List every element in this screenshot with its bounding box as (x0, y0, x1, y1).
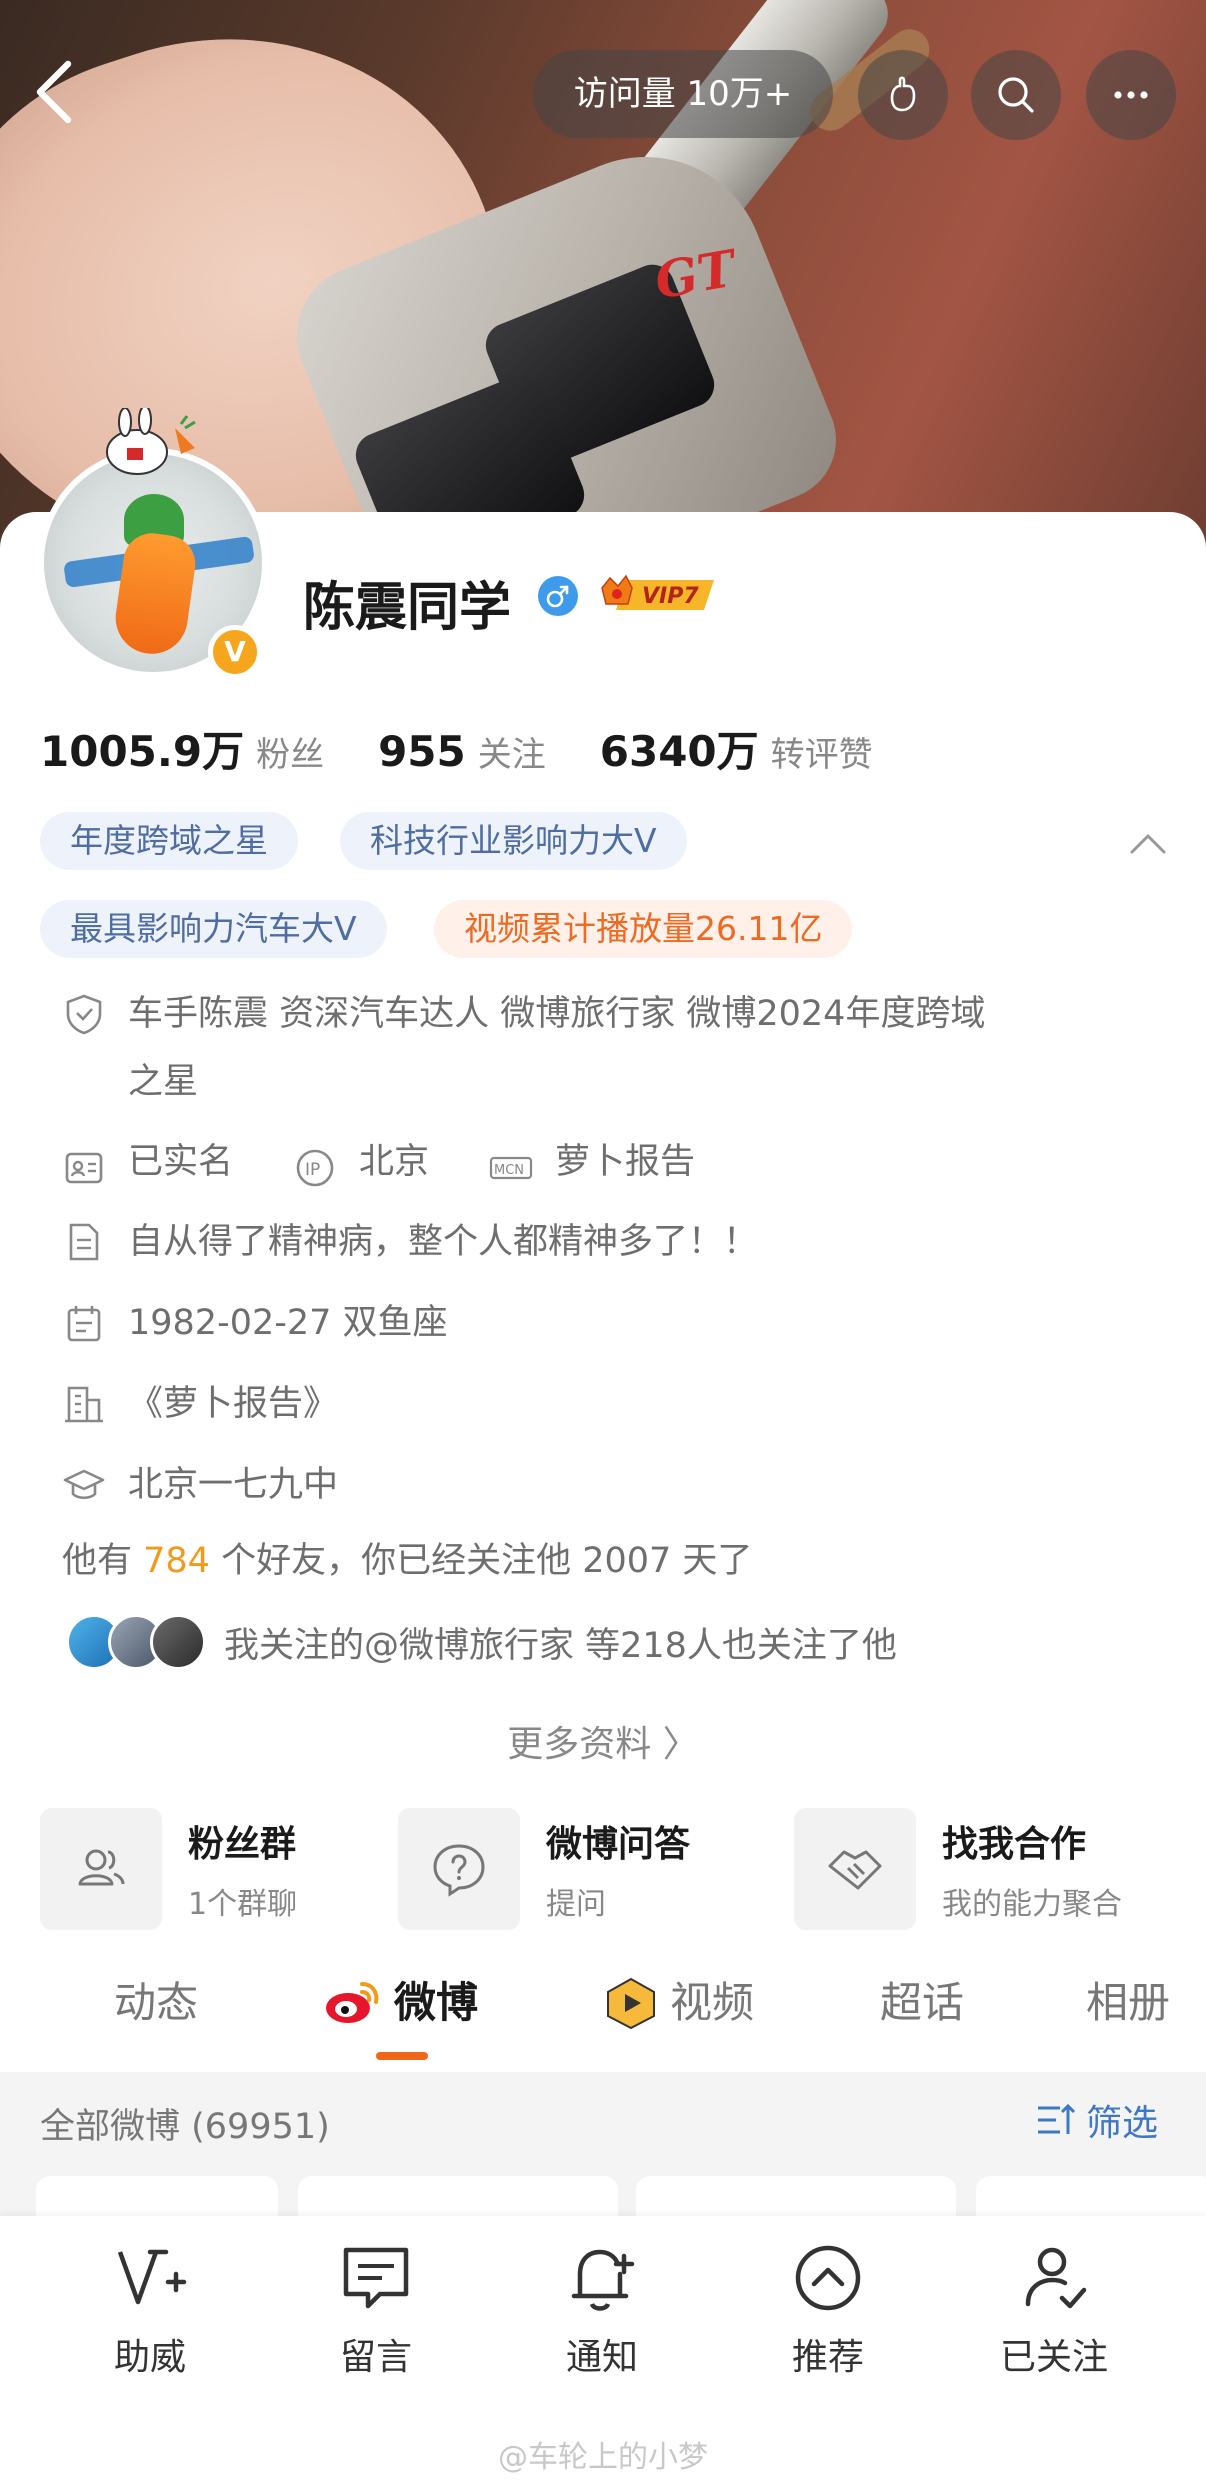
feature-subtitle: 我的能力聚合 (942, 1887, 1122, 1922)
watermark: @车轮上的小梦 (498, 2440, 708, 2475)
filter-label: 筛选 (1086, 2103, 1159, 2144)
filter-button[interactable]: 筛选 (1034, 2094, 1158, 2146)
mutual-text: 我关注的@微博旅行家 等218人也关注了他 (224, 1625, 897, 1666)
shield-check-icon (62, 992, 106, 1036)
back-arrow-icon[interactable] (28, 58, 80, 126)
tag-auto-influencer[interactable]: 最具影响力汽车大V (40, 900, 387, 958)
feature-title: 微博问答 (546, 1824, 691, 1865)
mini-avatar (150, 1614, 206, 1670)
bell-add-icon (571, 2249, 635, 2311)
question-bubble-icon (398, 1808, 520, 1930)
more-info-link[interactable]: 更多资料 〉 (0, 1715, 1206, 1767)
feature-cooperation[interactable]: 找我合作 我的能力聚合 (794, 1808, 1122, 1930)
feature-weibo-qa[interactable]: 微博问答 提问 (398, 1808, 690, 1930)
user-check-icon (1025, 2247, 1087, 2309)
tab-label: 微博 (394, 1978, 479, 2027)
feature-subtitle: 1个群聊 (188, 1887, 298, 1922)
bottom-label: 已关注 (999, 2337, 1108, 2378)
document-icon (62, 1220, 106, 1264)
gift-hand-icon[interactable] (858, 50, 948, 140)
message-icon (343, 2247, 409, 2309)
recommend-button[interactable]: 推荐 (738, 2238, 918, 2380)
tag-tech-influencer[interactable]: 科技行业影响力大V (340, 812, 687, 870)
friends-suffix: 个好友，你已经关注他 2007 天了 (209, 1541, 753, 1581)
school-text: 北京一七九中 (128, 1465, 339, 1505)
verification-text-cont: 之星 (128, 1062, 199, 1102)
tag-annual-star[interactable]: 年度跨域之星 (40, 812, 298, 870)
building-icon (62, 1382, 106, 1426)
birthday-row: 1982-02-27 双鱼座 (62, 1289, 448, 1357)
svg-text:MCN: MCN (494, 1163, 524, 1178)
recommend-up-icon (795, 2245, 861, 2311)
fans-label[interactable]: 粉丝 (256, 727, 324, 776)
more-dots-icon[interactable] (1086, 50, 1176, 140)
interactions-count: 6340万 (599, 727, 759, 776)
tab-super-topic[interactable]: 超话 (880, 1968, 964, 2038)
tag-video-plays[interactable]: 视频累计播放量26.11亿 (434, 900, 853, 958)
notify-button[interactable]: 通知 (512, 2238, 692, 2380)
bottom-label: 助威 (113, 2337, 186, 2378)
tab-weibo[interactable]: 微博 (322, 1968, 478, 2038)
ip-location: 北京 (359, 1142, 430, 1182)
friends-info: 他有 784 个好友，你已经关注他 2007 天了 (62, 1532, 752, 1583)
bottom-label: 通知 (565, 2337, 638, 2378)
bio-text: 自从得了精神病，整个人都精神多了！！ (128, 1222, 759, 1262)
svg-text:IP: IP (305, 1160, 320, 1180)
followed-button[interactable]: 已关注 (964, 2238, 1144, 2380)
tab-video[interactable]: 视频 (604, 1968, 754, 2038)
real-name-status: 已实名 (128, 1142, 234, 1182)
visits-badge[interactable]: 访问量 10万+ (533, 50, 833, 138)
birthday-text: 1982-02-27 双鱼座 (128, 1303, 448, 1343)
search-icon[interactable] (971, 50, 1061, 140)
identity-row: 已实名 IP 北京 MCN 萝卜报告 (62, 1128, 755, 1196)
active-tab-indicator (376, 2052, 428, 2060)
graduation-cap-icon (62, 1463, 106, 1507)
male-gender-icon (538, 576, 578, 616)
verification-row: 车手陈震 资深汽车达人 微博旅行家 微博2024年度跨域 之星 (62, 980, 985, 1116)
verified-badge: V (208, 625, 262, 679)
avatar-frame-bunny-icon (106, 408, 196, 475)
interactions-label: 转评赞 (770, 735, 873, 775)
school-row: 北京一七九中 (62, 1451, 338, 1519)
following-count[interactable]: 955 (378, 727, 466, 776)
tab-label: 视频 (670, 1978, 755, 2027)
feature-subtitle: 提问 (546, 1887, 606, 1922)
bottom-label: 留言 (339, 2337, 412, 2378)
weibo-logo-icon (326, 1982, 379, 2023)
bio-row: 自从得了精神病，整个人都精神多了！！ (62, 1208, 758, 1276)
chevron-up-icon[interactable] (1126, 822, 1170, 866)
stats-row: 1005.9万 粉丝 955 关注 6340万 转评赞 (40, 718, 927, 779)
handshake-icon (794, 1808, 916, 1930)
vip-label: VIP7 (642, 584, 699, 609)
mcn-icon: MCN (489, 1146, 533, 1190)
bottom-label: 推荐 (791, 2337, 864, 2378)
friends-prefix: 他有 (62, 1541, 144, 1581)
video-badge-icon (607, 1977, 655, 2030)
id-card-icon (62, 1146, 106, 1190)
cheer-button[interactable]: 助威 (60, 2238, 240, 2380)
feature-title: 找我合作 (942, 1824, 1087, 1865)
mcn-name[interactable]: 萝卜报告 (555, 1128, 695, 1196)
vip-badge[interactable]: VIP7 (596, 570, 724, 618)
friends-count[interactable]: 784 (143, 1541, 210, 1581)
filter-icon (1038, 2103, 1076, 2134)
message-button[interactable]: 留言 (286, 2238, 466, 2380)
verification-text: 车手陈震 资深汽车达人 微博旅行家 微博2024年度跨域 (128, 994, 986, 1034)
cheer-v-icon (117, 2249, 187, 2305)
company-row: 《萝卜报告》 (62, 1370, 338, 1438)
all-weibo-count[interactable]: 全部微博 (69951) (40, 2098, 330, 2149)
profile-name: 陈震同学 (303, 578, 512, 638)
tab-album[interactable]: 相册 (1086, 1968, 1170, 2038)
following-label[interactable]: 关注 (478, 727, 546, 776)
company-text: 《萝卜报告》 (128, 1384, 339, 1424)
feature-title: 粉丝群 (188, 1824, 297, 1865)
ip-location-icon: IP (293, 1146, 337, 1190)
feature-fan-group[interactable]: 粉丝群 1个群聊 (40, 1808, 297, 1930)
mutual-followers[interactable]: 我关注的@微博旅行家 等218人也关注了他 (66, 1614, 897, 1670)
tab-dynamic[interactable]: 动态 (114, 1968, 198, 2038)
users-group-icon (40, 1808, 162, 1930)
calendar-icon (62, 1301, 106, 1345)
fans-count[interactable]: 1005.9万 (40, 718, 244, 779)
profile-tabs: 动态 微博 视频 超话 相册 (0, 1968, 1206, 2068)
